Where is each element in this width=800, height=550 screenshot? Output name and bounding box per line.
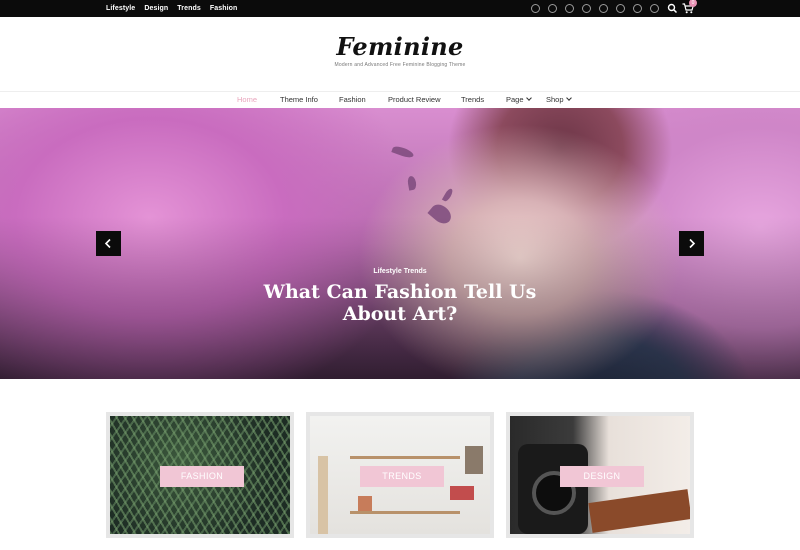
nav-item-theme-info[interactable]: Theme Info <box>280 95 318 104</box>
chevron-down-icon <box>565 95 572 101</box>
linkedin-icon[interactable] <box>599 4 608 13</box>
nav-item-fashion[interactable]: Fashion <box>339 95 366 104</box>
site-branding: Feminine Modern and Advanced Free Femini… <box>0 32 800 68</box>
top-link-fashion[interactable]: Fashion <box>210 5 238 12</box>
hero-categories[interactable]: Lifestyle Trends <box>0 268 800 275</box>
instagram-icon[interactable] <box>565 4 574 13</box>
slider-next-button[interactable] <box>679 231 704 256</box>
main-navigation: Home Theme Info Fashion Product Review T… <box>0 92 800 108</box>
decor-object <box>450 486 474 500</box>
top-links: Lifestyle Design Trends Fashion <box>106 0 237 17</box>
pinterest-icon[interactable] <box>582 4 591 13</box>
tumblr-icon[interactable] <box>633 4 642 13</box>
category-card-design[interactable]: DESIGN <box>506 412 694 538</box>
decor-object <box>318 456 328 534</box>
nav-item-trends[interactable]: Trends <box>461 95 484 104</box>
nav-item-product-review[interactable]: Product Review <box>388 95 441 104</box>
top-bar: Lifestyle Design Trends Fashion 0 <box>0 0 800 17</box>
twitter-icon[interactable] <box>548 4 557 13</box>
nav-item-page[interactable]: Page <box>506 95 532 104</box>
hero-slider: Lifestyle Trends What Can Fashion Tell U… <box>0 108 800 379</box>
shelf-decoration <box>350 511 460 514</box>
cart-count-badge: 0 <box>689 0 697 7</box>
chevron-down-icon <box>525 95 532 101</box>
strap-decoration <box>588 489 690 533</box>
nav-item-shop[interactable]: Shop <box>546 95 572 104</box>
hero-post-title[interactable]: What Can Fashion Tell Us About Art? <box>240 281 560 325</box>
top-link-design[interactable]: Design <box>144 5 168 12</box>
nav-item-home[interactable]: Home <box>237 95 257 104</box>
chevron-right-icon <box>689 238 696 249</box>
nav-item-page-label: Page <box>506 95 524 104</box>
shelf-decoration <box>350 456 460 459</box>
social-icons <box>531 0 659 17</box>
category-card-trends[interactable]: TRENDS <box>306 412 494 538</box>
category-label[interactable]: TRENDS <box>360 466 444 487</box>
decor-object <box>358 496 372 511</box>
chevron-left-icon <box>104 238 111 249</box>
facebook-icon[interactable] <box>531 4 540 13</box>
category-card-fashion[interactable]: FASHION <box>106 412 294 538</box>
nav-item-shop-label: Shop <box>546 95 564 104</box>
rss-icon[interactable] <box>650 4 659 13</box>
top-link-trends[interactable]: Trends <box>177 5 201 12</box>
site-title[interactable]: Feminine <box>0 32 800 61</box>
category-label[interactable]: FASHION <box>160 466 244 487</box>
decor-object <box>465 446 483 474</box>
search-icon[interactable] <box>667 3 678 14</box>
site-tagline: Modern and Advanced Free Feminine Bloggi… <box>334 62 466 68</box>
category-label[interactable]: DESIGN <box>560 466 644 487</box>
slider-prev-button[interactable] <box>96 231 121 256</box>
youtube-icon[interactable] <box>616 4 625 13</box>
top-link-lifestyle[interactable]: Lifestyle <box>106 5 135 12</box>
